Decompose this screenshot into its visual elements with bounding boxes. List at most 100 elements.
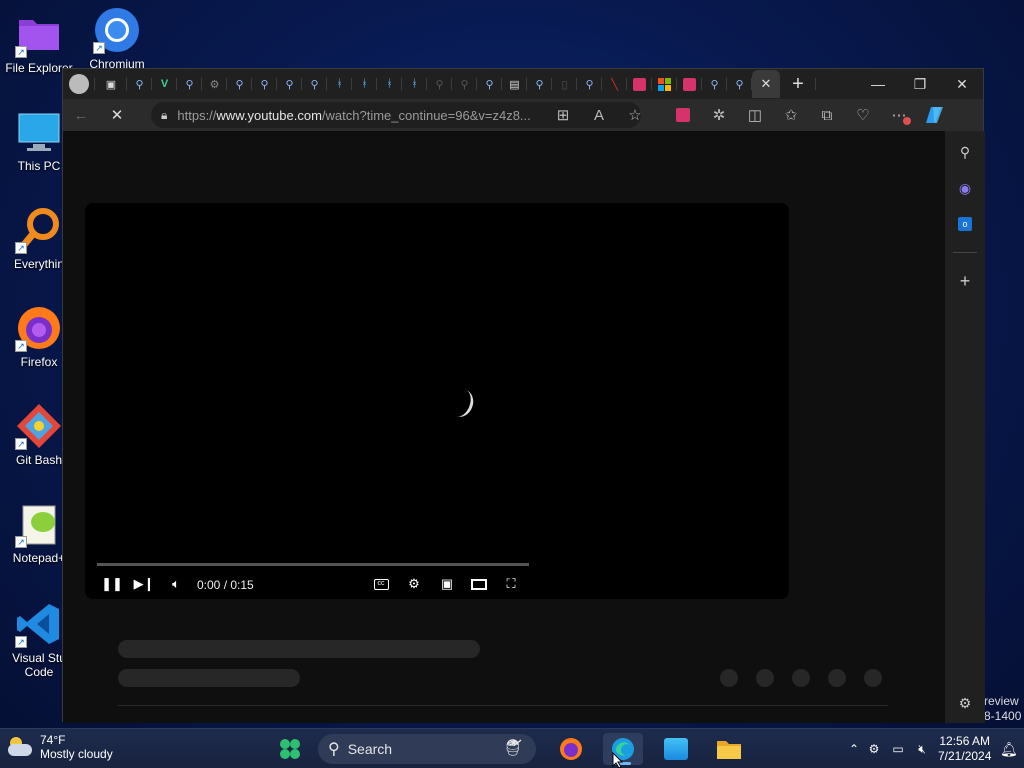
show-hidden-icons-chevron-icon[interactable]: ⌃: [846, 742, 862, 756]
tab-search-icon[interactable]: ⚲: [702, 69, 727, 99]
weather-temperature: 74°F: [40, 733, 66, 747]
profile-avatar-icon[interactable]: [63, 69, 95, 99]
channel-placeholder: [118, 669, 300, 687]
taskbar-firefox[interactable]: [551, 733, 591, 765]
tab-people-icon[interactable]: ᚼ: [377, 69, 402, 99]
watermark-line2: 8-1400: [984, 709, 1022, 723]
taskbar-search[interactable]: ⚲ Search 🍧︎: [318, 734, 536, 764]
close-window-button[interactable]: ✕: [941, 69, 983, 99]
restore-button[interactable]: ❐: [899, 69, 941, 99]
chromium-icon: ↗: [93, 6, 141, 54]
performance-heart-icon[interactable]: ♡: [845, 99, 881, 131]
search-icon: ⚲: [328, 741, 340, 758]
start-button[interactable]: [270, 733, 310, 765]
tab-page-icon[interactable]: ▯: [552, 69, 577, 99]
app-available-icon[interactable]: ⊞: [545, 99, 581, 131]
translate-extension-icon[interactable]: [665, 99, 701, 131]
sidebar-settings-icon[interactable]: ⚙: [945, 685, 985, 721]
tab-search-icon[interactable]: ⚲: [452, 69, 477, 99]
page-content: ❚❚ ▶❙ 🔈︎ 0:00 / 0:15 cc ⚙ ▣ ⛶: [63, 131, 945, 723]
mouse-cursor-icon: [612, 752, 624, 768]
collections-icon[interactable]: ⧉: [809, 99, 845, 131]
url-prefix: https://: [177, 107, 217, 123]
clock-date: 7/21/2024: [938, 749, 992, 763]
tab-search-icon[interactable]: ⚲: [252, 69, 277, 99]
notepadpp-icon: ↗: [15, 500, 63, 548]
action-placeholder: [792, 669, 810, 687]
fullscreen-icon[interactable]: ⛶: [501, 573, 521, 595]
next-video-icon[interactable]: ▶❙: [134, 573, 155, 595]
theater-mode-icon[interactable]: [469, 573, 489, 595]
taskbar-store[interactable]: [656, 733, 696, 765]
tab-document-icon[interactable]: ▤: [502, 69, 527, 99]
tab-translate-icon[interactable]: [677, 69, 702, 99]
cloudy-weather-icon: [6, 735, 34, 759]
tab-translate-icon[interactable]: [627, 69, 652, 99]
desktop-icon-file-explorer[interactable]: ↗ File Explorer: [0, 10, 78, 75]
minimize-button[interactable]: —: [857, 69, 899, 99]
more-menu-icon[interactable]: ⋯: [881, 99, 917, 131]
tab-search-icon[interactable]: ⚲: [477, 69, 502, 99]
tab-people-icon[interactable]: ᚼ: [327, 69, 352, 99]
extensions-puzzle-icon[interactable]: ✲: [701, 99, 737, 131]
video-progress-bar[interactable]: [97, 563, 529, 566]
volume-icon[interactable]: 🔈︎: [167, 573, 185, 595]
browser-window: ▣ ⚲ V ⚲ ⚙ ⚲ ⚲ ⚲ ⚲ ᚼ ᚼ ᚼ ᚼ ⚲ ⚲ ⚲ ▤ ⚲ ▯ ⚲ …: [62, 68, 985, 723]
miniplayer-icon[interactable]: ▣: [437, 573, 457, 595]
split-screen-icon[interactable]: ◫: [737, 99, 773, 131]
tab-microsoft-icon[interactable]: [652, 69, 677, 99]
tab-actions-icon[interactable]: ▣: [95, 69, 127, 99]
notification-badge-icon: [903, 117, 911, 125]
favorites-icon[interactable]: ✩: [773, 99, 809, 131]
vscode-icon: ↗: [15, 600, 63, 648]
url-path: /watch?time_continue=96&v=z4z8...: [321, 107, 531, 123]
system-tray: ⌃ ⚙ ▭ 🔇︎: [846, 729, 934, 768]
tab-search-icon[interactable]: ⚲: [727, 69, 752, 99]
new-tab-button[interactable]: +: [780, 69, 816, 99]
volume-muted-icon[interactable]: 🔇︎: [910, 742, 934, 757]
active-tab-close-button[interactable]: ✕: [752, 70, 780, 98]
settings-gear-icon[interactable]: ⚙: [404, 573, 424, 595]
tab-red-icon[interactable]: ╲: [602, 69, 627, 99]
tab-people-icon[interactable]: ᚼ: [352, 69, 377, 99]
navigation-toolbar: ← ✕ 🔒︎ https://www.youtube.com/watch?tim…: [63, 99, 983, 131]
stop-loading-button[interactable]: ✕: [99, 99, 135, 131]
back-button[interactable]: ←: [63, 99, 99, 131]
tab-search-icon[interactable]: ⚲: [177, 69, 202, 99]
tab-search-icon[interactable]: ⚲: [127, 69, 152, 99]
folder-icon: ↗: [15, 10, 63, 58]
favorite-star-icon[interactable]: ☆: [617, 99, 653, 131]
pause-icon[interactable]: ❚❚: [101, 573, 123, 595]
desktop-icon-chromium[interactable]: ↗ Chromium: [78, 6, 156, 71]
sidebar-add-icon[interactable]: +: [945, 263, 985, 299]
tab-settings-icon[interactable]: ⚙: [202, 69, 227, 99]
captions-icon[interactable]: cc: [371, 573, 391, 595]
clock[interactable]: 12:56 AM 7/21/2024: [938, 729, 991, 768]
sidebar-outlook-icon[interactable]: o: [945, 206, 985, 242]
tab-search-icon[interactable]: ⚲: [277, 69, 302, 99]
taskbar-file-explorer[interactable]: [709, 733, 749, 765]
action-placeholder: [828, 669, 846, 687]
tab-search-icon[interactable]: ⚲: [577, 69, 602, 99]
sidebar-search-icon[interactable]: ⚲: [945, 134, 985, 170]
tab-search-icon[interactable]: ⚲: [527, 69, 552, 99]
action-placeholder: [756, 669, 774, 687]
video-timecode: 0:00 / 0:15: [197, 578, 254, 592]
tab-search-icon[interactable]: ⚲: [427, 69, 452, 99]
tab-strip: ▣ ⚲ V ⚲ ⚙ ⚲ ⚲ ⚲ ⚲ ᚼ ᚼ ᚼ ᚼ ⚲ ⚲ ⚲ ▤ ⚲ ▯ ⚲ …: [63, 69, 983, 99]
notifications-bell-icon[interactable]: 🔔︎: [1000, 729, 1018, 768]
video-player[interactable]: ❚❚ ▶❙ 🔈︎ 0:00 / 0:15 cc ⚙ ▣ ⛶: [85, 203, 789, 599]
display-icon[interactable]: ▭: [886, 742, 910, 756]
tab-search-icon[interactable]: ⚲: [227, 69, 252, 99]
tab-vue-icon[interactable]: V: [152, 69, 177, 99]
read-aloud-icon[interactable]: A: [581, 99, 617, 131]
search-highlight-icon: 🍧︎: [503, 740, 524, 757]
network-icon[interactable]: ⚙: [862, 742, 886, 756]
tab-people-icon[interactable]: ᚼ: [402, 69, 427, 99]
tab-search-icon[interactable]: ⚲: [302, 69, 327, 99]
magnifier-icon: ↗: [15, 206, 63, 254]
copilot-icon[interactable]: [917, 99, 953, 131]
sidebar-copilot-icon[interactable]: ◉: [945, 170, 985, 206]
weather-widget[interactable]: 74°F Mostly cloudy: [6, 733, 113, 761]
git-bash-icon: ↗: [15, 402, 63, 450]
